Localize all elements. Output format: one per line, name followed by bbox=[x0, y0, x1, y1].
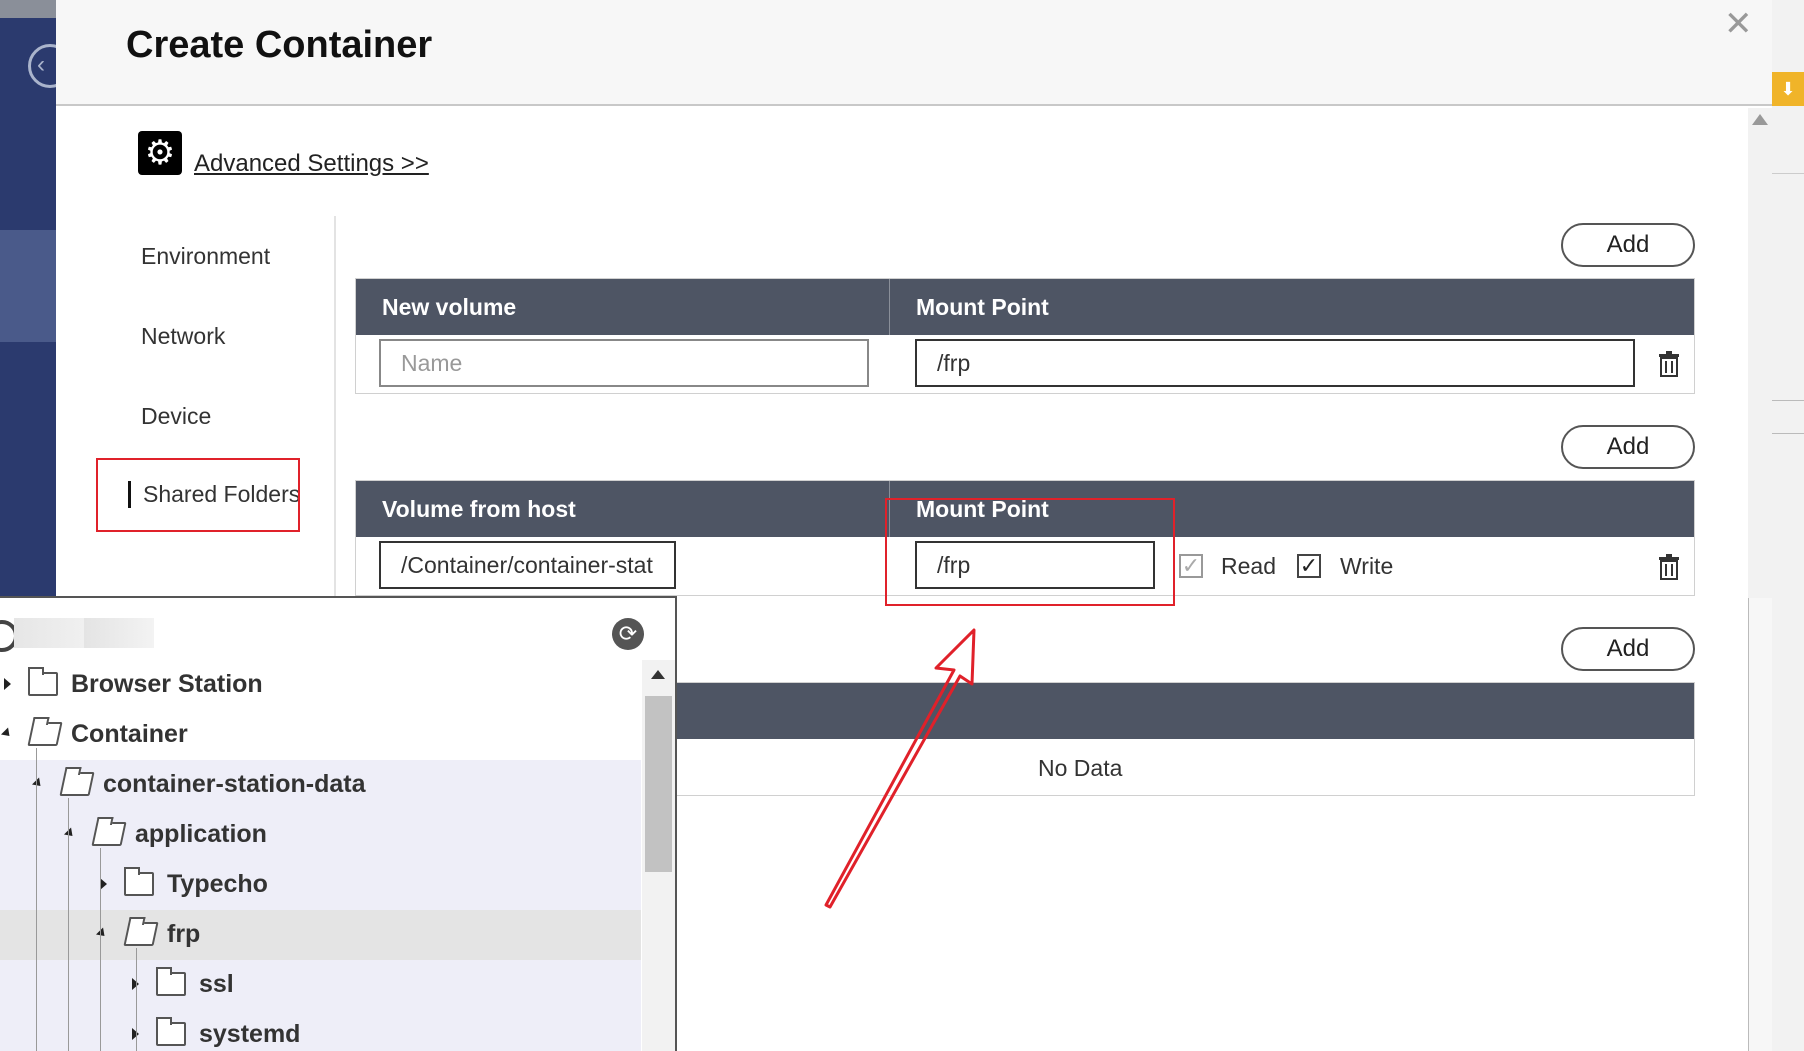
divider bbox=[1772, 400, 1804, 401]
annotation-highlight-box bbox=[96, 458, 300, 532]
new-volume-table: New volume Mount Point Name /frp bbox=[355, 278, 1695, 394]
read-checkbox[interactable]: ✓ bbox=[1179, 554, 1203, 578]
tree-item-label: Container bbox=[71, 720, 188, 748]
delete-icon[interactable] bbox=[1658, 351, 1680, 377]
sidenav-item-environment[interactable]: Environment bbox=[141, 243, 270, 270]
no-data-text: No Data bbox=[1038, 755, 1123, 781]
divider bbox=[1772, 173, 1804, 174]
folder-open-icon bbox=[123, 922, 159, 946]
tree-item-frp[interactable]: frp bbox=[0, 910, 641, 960]
tree-item-application[interactable]: application bbox=[0, 810, 641, 860]
advanced-settings-row: ⚙ Advanced Settings >> bbox=[138, 128, 429, 178]
tree-item-typecho[interactable]: Typecho bbox=[0, 860, 641, 910]
expand-icon[interactable] bbox=[100, 878, 107, 890]
column-header-mount-point: Mount Point bbox=[916, 294, 1049, 320]
column-divider bbox=[889, 279, 890, 335]
dialog-scrollbar[interactable] bbox=[1748, 108, 1772, 1051]
add-volume-button[interactable]: Add bbox=[1561, 223, 1695, 267]
collapse-icon[interactable] bbox=[95, 927, 109, 940]
read-label: Read bbox=[1221, 553, 1276, 579]
tree-item-label: Typecho bbox=[167, 870, 268, 898]
scrollbar-thumb[interactable] bbox=[645, 696, 672, 872]
table-row: Name /frp bbox=[356, 335, 1694, 393]
advanced-settings-link[interactable]: Advanced Settings >> bbox=[194, 150, 429, 178]
column-header-new-volume: New volume bbox=[382, 294, 517, 320]
host-path-input[interactable]: /Container/container-stat bbox=[379, 541, 676, 589]
tree-item-container-station-data[interactable]: container-station-data bbox=[0, 760, 641, 810]
scroll-up-icon[interactable] bbox=[651, 670, 665, 679]
settings-sidenav: Environment Network Device Shared Folder… bbox=[56, 216, 336, 596]
gear-icon[interactable]: ⚙ bbox=[138, 131, 182, 175]
background-band bbox=[0, 230, 56, 342]
tree-item-label: ssl bbox=[199, 970, 234, 998]
tree-item-label: systemd bbox=[199, 1020, 301, 1048]
folder-icon bbox=[28, 667, 58, 696]
add-device-button[interactable]: Add bbox=[1561, 627, 1695, 671]
tree-item-ssl[interactable]: ssl bbox=[0, 960, 641, 1010]
blurred-host-name bbox=[14, 618, 154, 648]
sidenav-item-network[interactable]: Network bbox=[141, 323, 225, 350]
dialog-title: Create Container bbox=[126, 24, 433, 66]
volume-name-input[interactable]: Name bbox=[379, 339, 869, 387]
folder-icon bbox=[124, 867, 154, 896]
column-header-volume-from-host: Volume from host bbox=[382, 496, 576, 522]
tree-item-label: frp bbox=[167, 920, 201, 948]
delete-icon[interactable] bbox=[1658, 554, 1680, 580]
folder-tree: Browser Station Container container-stat… bbox=[0, 660, 641, 1051]
annotation-arrow bbox=[824, 628, 976, 909]
tree-guide-line bbox=[68, 798, 69, 1051]
scroll-up-icon[interactable] bbox=[1752, 114, 1768, 125]
tree-item-browser-station[interactable]: Browser Station bbox=[0, 660, 641, 710]
tree-item-container[interactable]: Container bbox=[0, 710, 641, 760]
folder-open-icon bbox=[59, 772, 95, 796]
collapse-icon[interactable] bbox=[31, 777, 45, 790]
folder-icon bbox=[156, 967, 186, 996]
sidenav-item-device[interactable]: Device bbox=[141, 403, 211, 430]
mount-point-input[interactable]: /frp bbox=[915, 339, 1635, 387]
folder-tree-popup: ⟳ Browser Station Container container-st… bbox=[0, 596, 677, 1051]
folder-open-icon bbox=[27, 722, 63, 746]
tree-item-label: container-station-data bbox=[103, 770, 366, 798]
add-host-volume-button[interactable]: Add bbox=[1561, 425, 1695, 469]
refresh-icon[interactable]: ⟳ bbox=[612, 618, 644, 650]
collapse-icon[interactable] bbox=[63, 827, 77, 840]
expand-icon[interactable] bbox=[4, 678, 11, 690]
table-header: New volume Mount Point bbox=[356, 279, 1694, 335]
tree-guide-line bbox=[100, 848, 101, 1051]
tree-guide-line bbox=[136, 948, 137, 1051]
tree-toolbar: ⟳ bbox=[0, 598, 675, 660]
tree-scrollbar[interactable] bbox=[642, 660, 675, 1051]
folder-open-icon bbox=[91, 822, 127, 846]
background-band bbox=[0, 0, 56, 18]
tree-item-label: application bbox=[135, 820, 267, 848]
collapse-icon[interactable] bbox=[0, 727, 14, 740]
folder-icon bbox=[156, 1017, 186, 1046]
close-icon[interactable]: ✕ bbox=[1724, 4, 1753, 44]
download-icon: ⬇ bbox=[1772, 72, 1804, 106]
write-label: Write bbox=[1340, 553, 1394, 579]
divider bbox=[1772, 433, 1804, 434]
tree-guide-line bbox=[36, 748, 37, 1051]
tree-item-label: Browser Station bbox=[71, 670, 263, 698]
background-app-panel: ⬇ bbox=[1772, 0, 1804, 1051]
scrollbar-thumb[interactable] bbox=[1748, 598, 1772, 1051]
dialog-header: Create Container ✕ bbox=[56, 0, 1772, 106]
tree-item-systemd[interactable]: systemd bbox=[0, 1010, 641, 1051]
annotation-highlight-box bbox=[885, 498, 1175, 606]
write-checkbox[interactable]: ✓ bbox=[1297, 554, 1321, 578]
